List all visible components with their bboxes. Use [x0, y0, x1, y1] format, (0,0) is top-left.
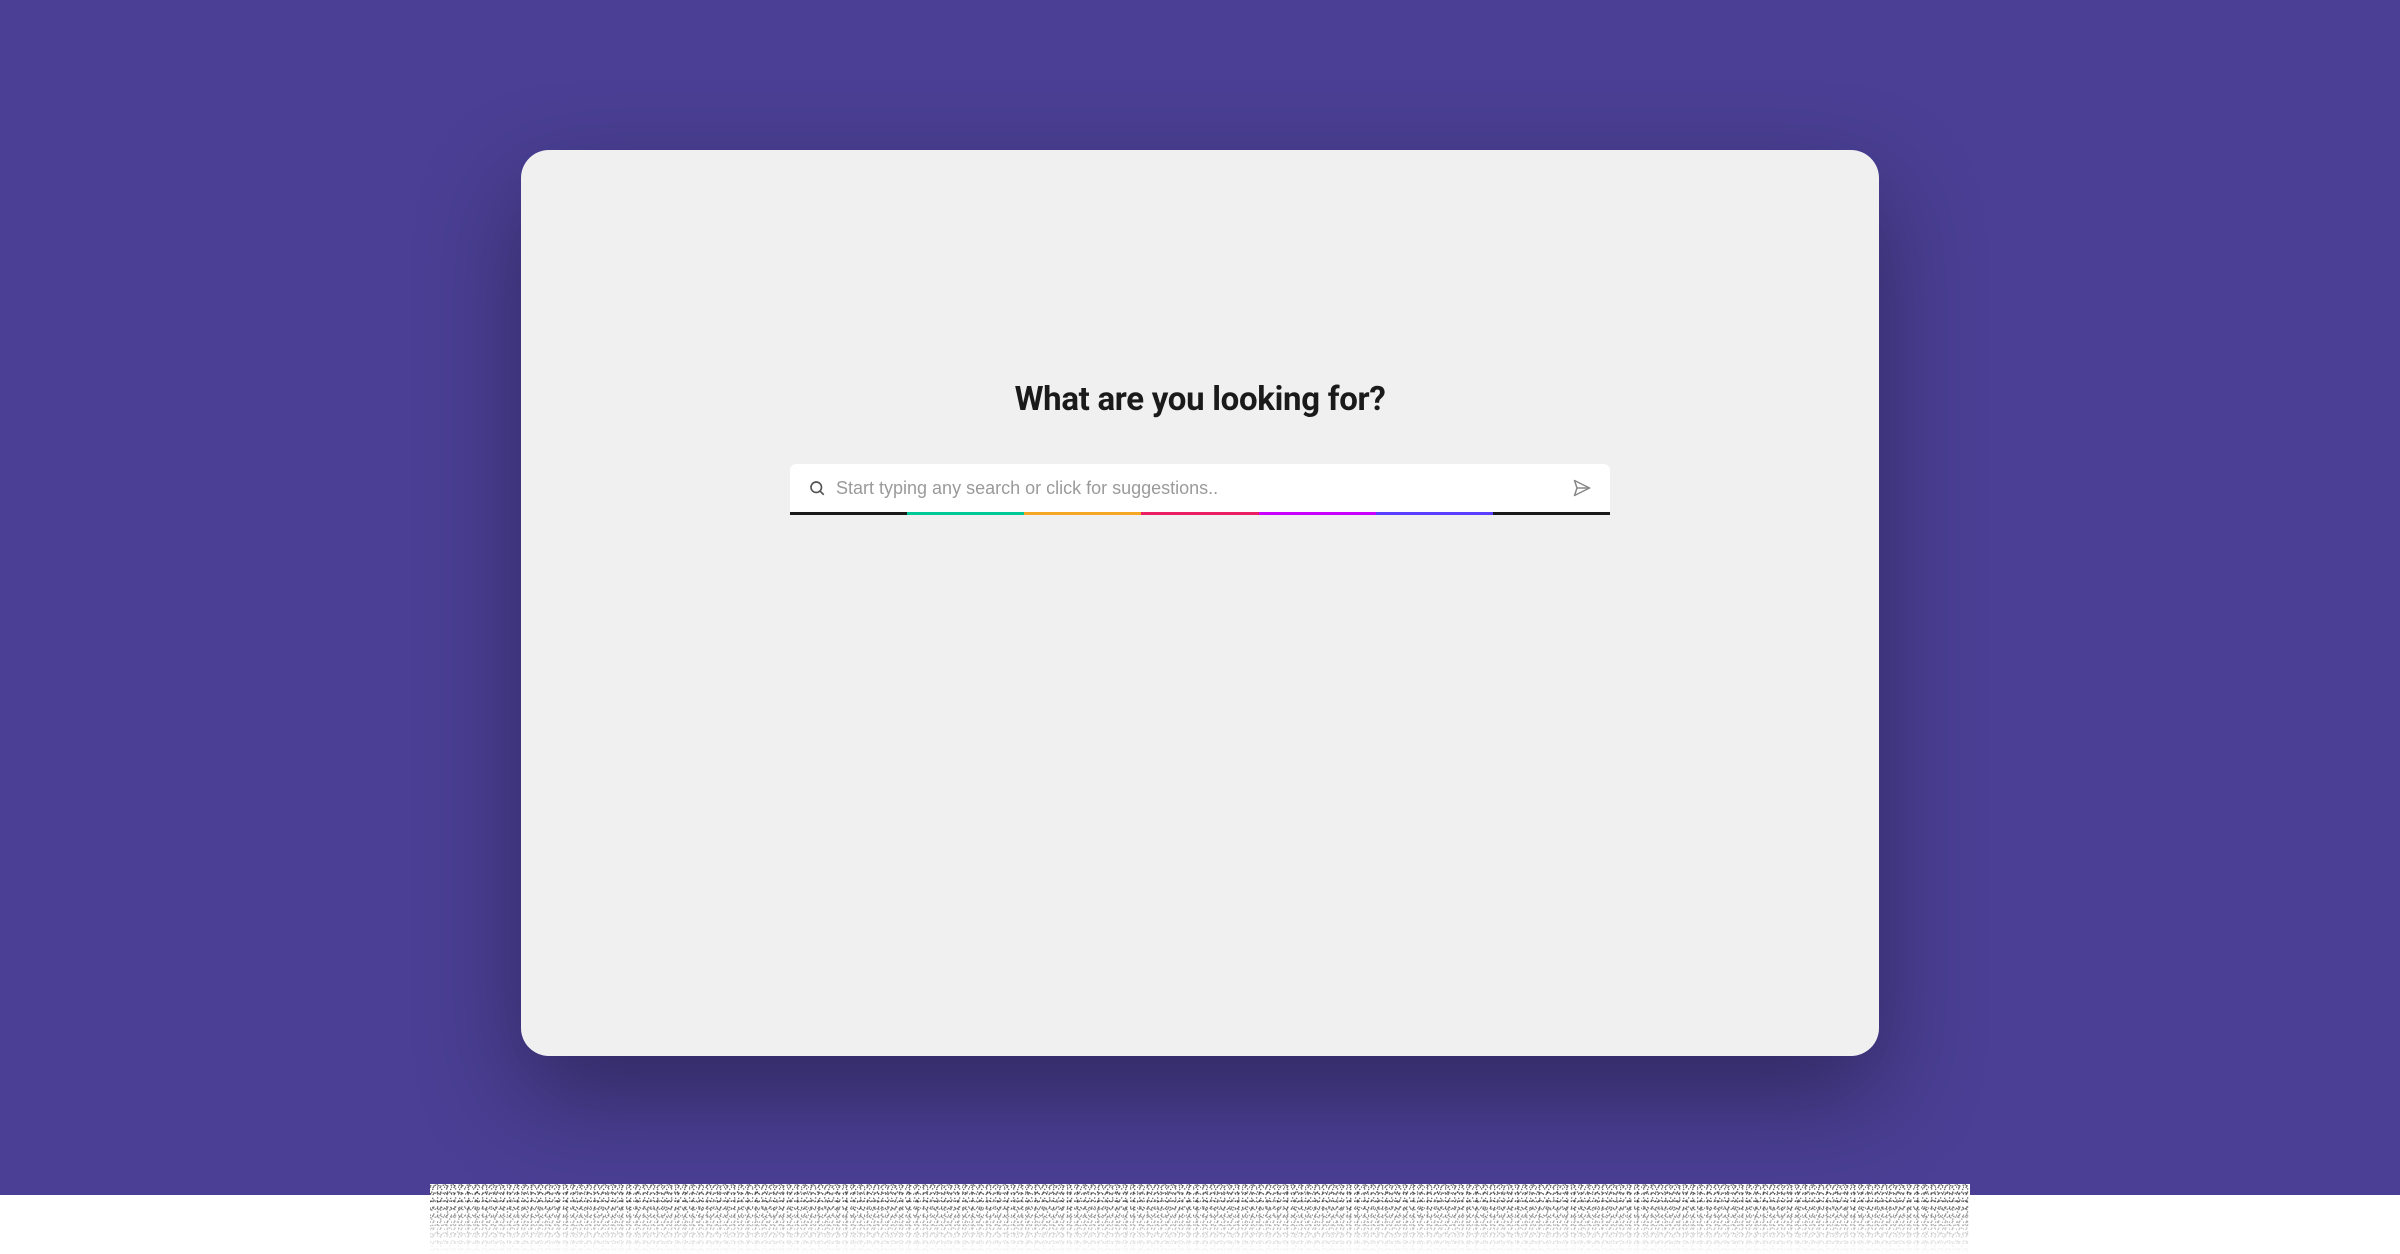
rainbow-seg: [790, 512, 907, 515]
search-container: [790, 464, 1610, 515]
search-heading: What are you looking for?: [1015, 380, 1386, 419]
rainbow-seg: [1259, 512, 1376, 515]
search-box[interactable]: [790, 464, 1610, 512]
rainbow-seg: [1376, 512, 1493, 515]
search-icon: [808, 479, 826, 497]
rainbow-divider: [790, 512, 1610, 515]
rainbow-seg: [1141, 512, 1258, 515]
decorative-noise-strip: [430, 1184, 1970, 1254]
send-icon[interactable]: [1572, 478, 1592, 498]
search-input[interactable]: [836, 478, 1562, 499]
rainbow-seg: [1493, 512, 1610, 515]
rainbow-seg: [1024, 512, 1141, 515]
search-card: What are you looking for?: [521, 150, 1879, 1056]
rainbow-seg: [907, 512, 1024, 515]
